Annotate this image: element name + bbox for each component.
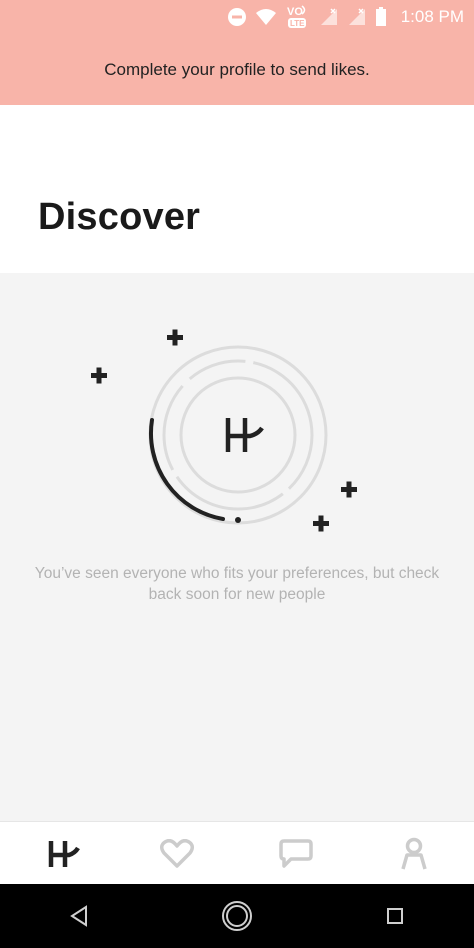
banner-text: Complete your profile to send likes. — [104, 59, 370, 79]
home-circle-icon — [222, 901, 252, 931]
plus-icon — [167, 329, 183, 346]
empty-state-message: You’ve seen everyone who fits your prefe… — [34, 565, 440, 603]
signal-icon — [320, 8, 337, 25]
chat-icon — [279, 838, 313, 868]
system-navigation-bar — [0, 884, 474, 948]
wifi-icon — [255, 9, 276, 25]
heart-icon — [160, 838, 194, 868]
hinge-logo-icon — [225, 418, 264, 452]
back-button[interactable] — [49, 886, 109, 946]
recents-square-icon — [387, 908, 403, 924]
back-triangle-icon — [70, 905, 87, 927]
plus-icon — [91, 367, 107, 384]
svg-text:LTE: LTE — [290, 19, 305, 28]
plus-icon — [313, 515, 329, 532]
do-not-disturb-icon — [227, 8, 246, 26]
tab-likes[interactable] — [118, 822, 236, 885]
volte-icon: VO LTE — [287, 5, 306, 28]
empty-state-illustration — [91, 329, 357, 532]
tab-discover[interactable] — [4, 822, 122, 885]
page-title: Discover — [38, 196, 201, 238]
complete-profile-banner[interactable]: Complete your profile to send likes. — [0, 34, 474, 105]
tab-profile[interactable] — [355, 822, 473, 885]
plus-icon — [341, 481, 357, 498]
tab-matches[interactable] — [237, 822, 355, 885]
dot — [235, 517, 241, 523]
svg-text:VO: VO — [287, 6, 303, 18]
battery-icon — [375, 7, 386, 26]
bottom-tab-bar — [0, 821, 474, 884]
status-time: 1:08 PM — [400, 7, 464, 26]
person-icon — [401, 837, 427, 869]
hinge-logo-icon — [48, 840, 80, 867]
recents-button[interactable] — [365, 886, 425, 946]
signal-icon — [348, 8, 365, 25]
home-button[interactable] — [207, 886, 267, 946]
status-bar: VO LTE 1:08 PM — [0, 0, 474, 34]
